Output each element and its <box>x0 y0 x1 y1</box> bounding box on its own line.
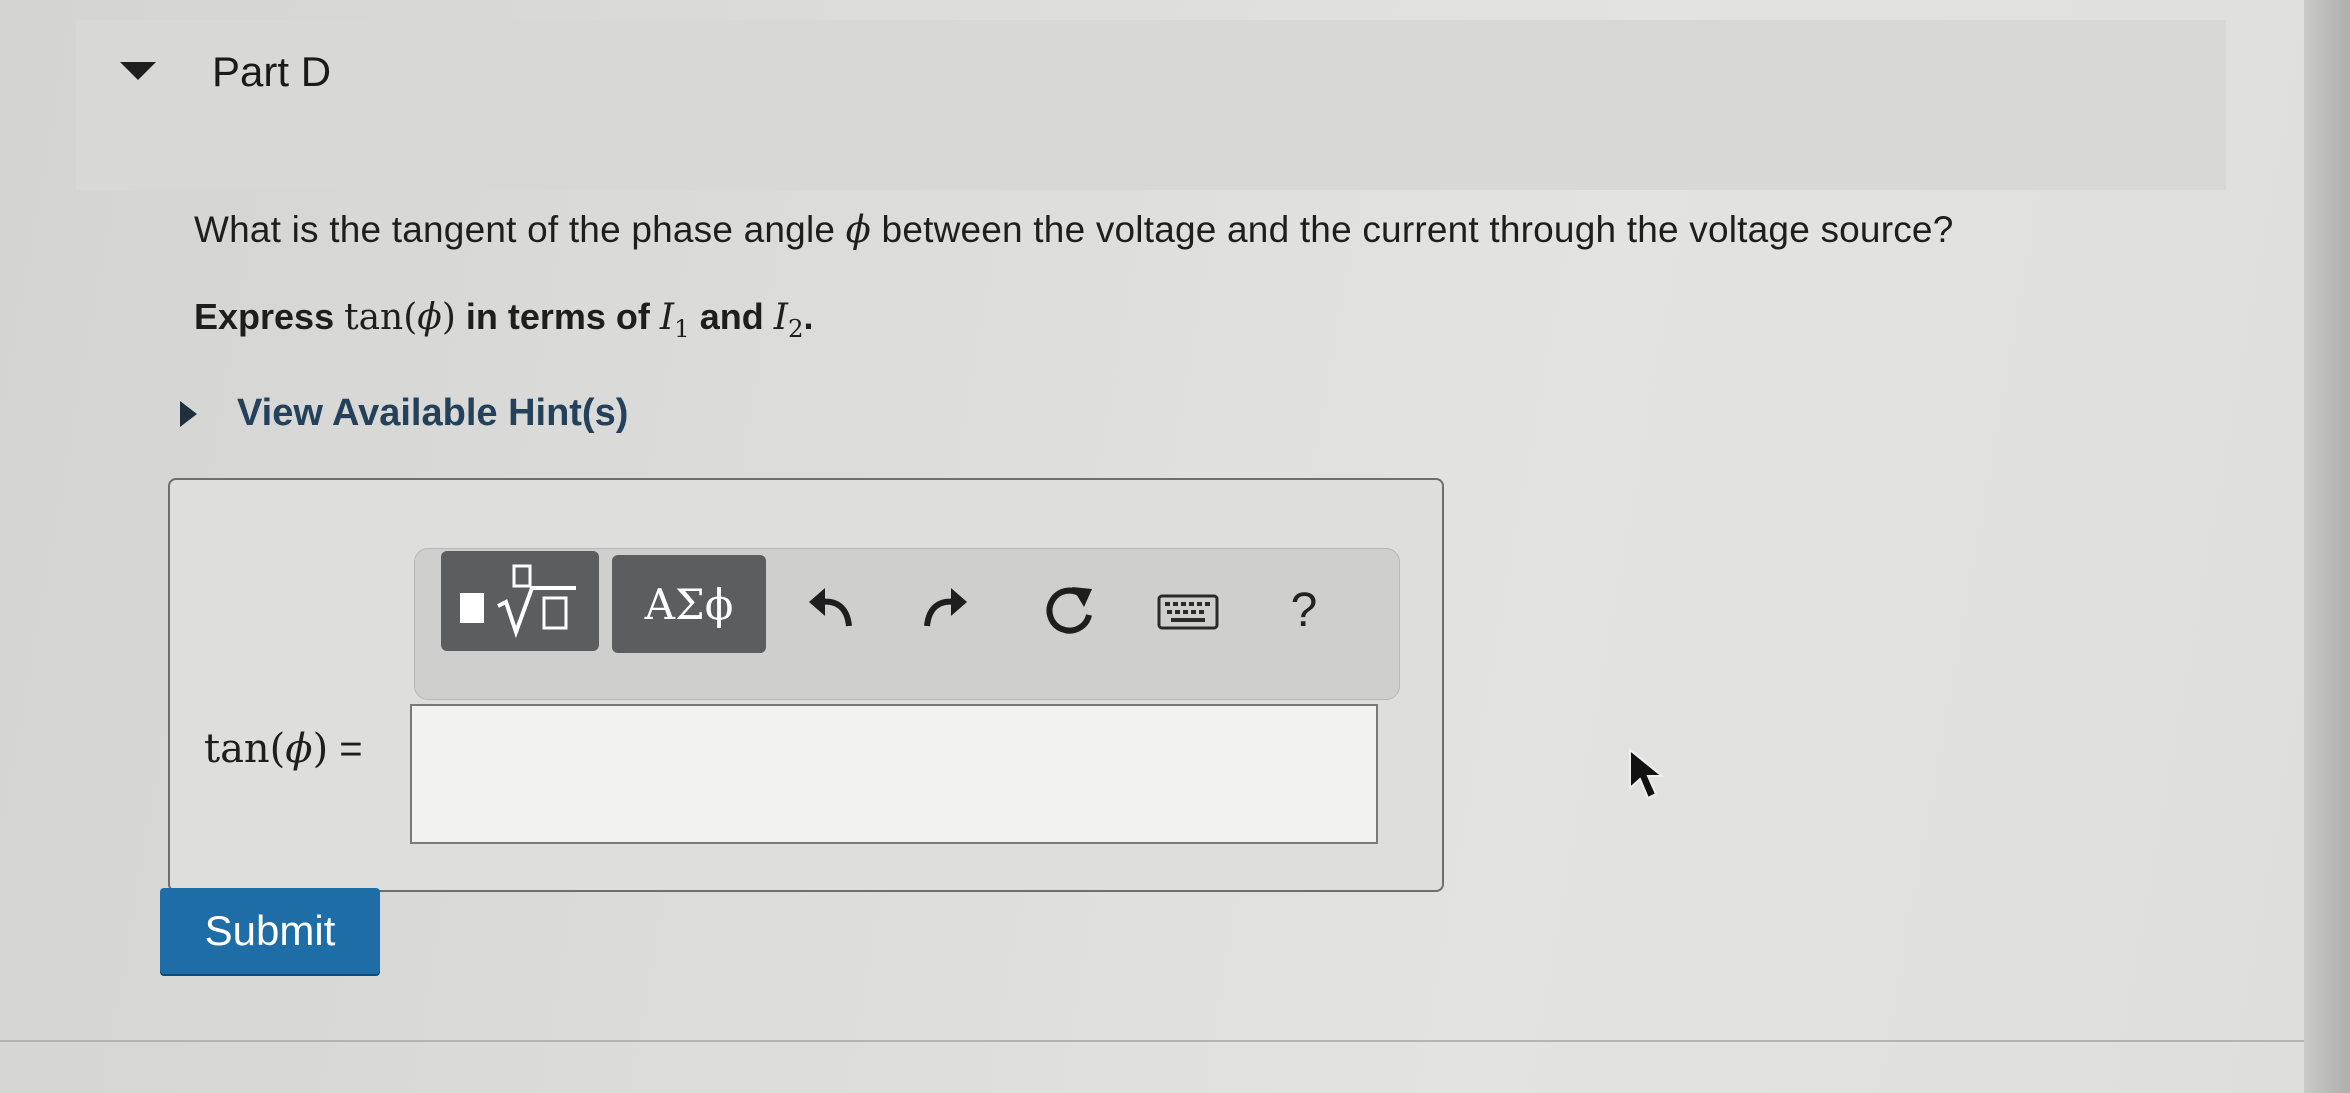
math-toolbar: ΑΣϕ ? <box>414 548 1400 700</box>
instruction-tan-expression: tan(ϕ) <box>344 297 456 338</box>
question-text: What is the tangent of the phase angle ϕ… <box>194 208 1953 251</box>
instruction-express: Express <box>194 296 345 337</box>
answer-label: tan(ϕ) = <box>204 726 363 772</box>
part-header-bar <box>76 20 2226 190</box>
view-hints-link[interactable]: View Available Hint(s) <box>180 392 628 435</box>
undo-button[interactable] <box>795 577 865 637</box>
greek-symbols-button[interactable]: ΑΣϕ <box>612 555 766 653</box>
question-text-after: between the voltage and the current thro… <box>871 209 1954 250</box>
keyboard-icon <box>1157 594 1219 630</box>
mouse-cursor-icon <box>1629 747 1665 800</box>
reset-button[interactable] <box>1035 579 1105 643</box>
keyboard-button[interactable] <box>1151 587 1225 637</box>
part-title[interactable]: Part D <box>212 48 331 96</box>
instruction-i1: I1 <box>659 297 690 344</box>
instruction-in-terms-of: in terms of <box>455 296 660 337</box>
view-hints-label[interactable]: View Available Hint(s) <box>237 392 628 435</box>
redo-icon <box>924 588 967 627</box>
undo-icon <box>809 588 852 627</box>
help-button[interactable]: ? <box>1279 577 1329 643</box>
question-phi: ϕ <box>845 208 872 251</box>
section-divider <box>0 1040 2304 1042</box>
screen-edge <box>2304 0 2350 1093</box>
expand-triangle-icon[interactable] <box>180 400 197 427</box>
instruction-text: Express tan(ϕ) in terms of I1 and I2. <box>194 296 814 343</box>
instruction-and: and <box>689 296 774 337</box>
templates-icon <box>460 593 484 623</box>
collapse-triangle-icon[interactable] <box>120 62 156 80</box>
redo-button[interactable] <box>911 577 981 637</box>
radical-template-icon <box>497 564 576 639</box>
question-text-before: What is the tangent of the phase angle <box>194 209 846 250</box>
templates-button[interactable] <box>441 551 599 651</box>
reset-icon <box>1046 587 1092 634</box>
instruction-period: . <box>803 296 814 337</box>
instruction-i2: I2 <box>773 297 804 344</box>
answer-input[interactable] <box>410 704 1378 844</box>
submit-button[interactable]: Submit <box>160 888 380 974</box>
